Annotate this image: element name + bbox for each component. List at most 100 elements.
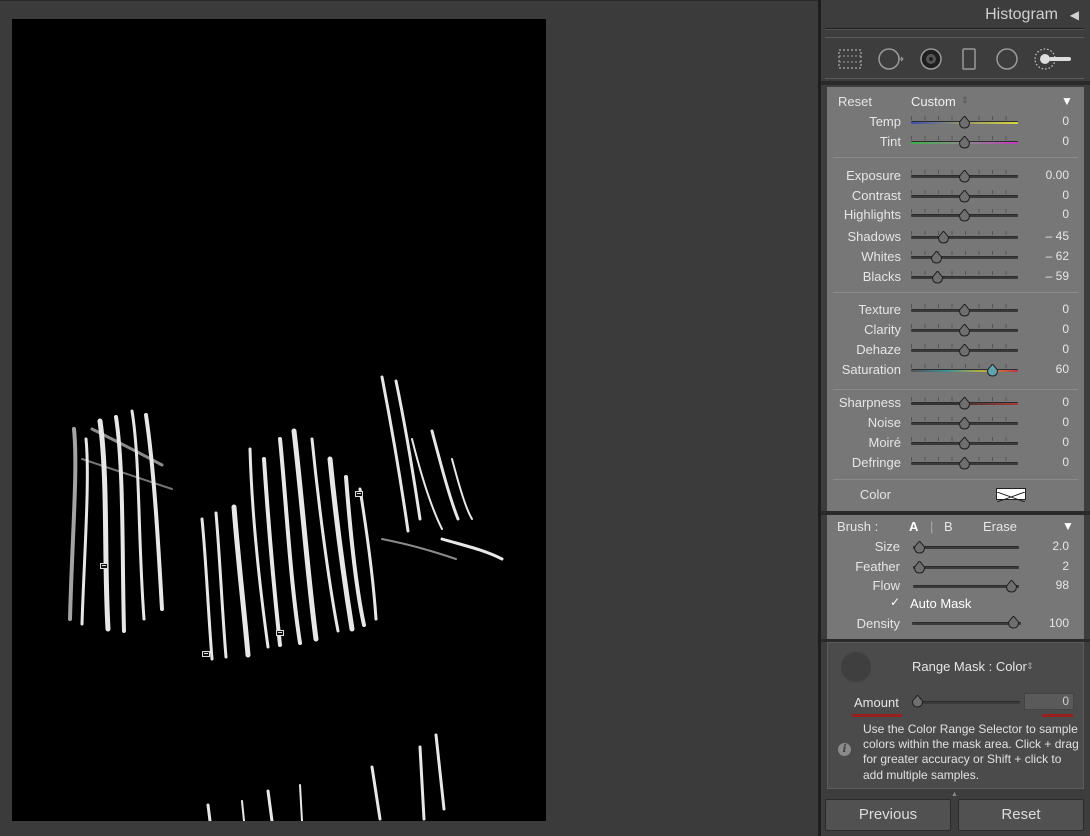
slider-thumb[interactable] [931,271,943,284]
image-workarea[interactable] [0,0,818,836]
brush-tab-erase[interactable]: Erase [983,519,1017,534]
slider-track[interactable] [911,276,1018,279]
slider-value[interactable]: 0 [1027,207,1069,221]
previous-button[interactable]: Previous [825,799,951,831]
density-slider-thumb[interactable] [1008,616,1020,629]
brush-slider-label: Feather [855,559,900,574]
color-swatch[interactable] [996,488,1026,503]
slider-value[interactable]: 0 [1027,455,1069,469]
slider-value[interactable]: 0 [1027,188,1069,202]
slider-track[interactable] [911,236,1018,239]
brush-tab-b[interactable]: B [944,519,953,534]
range-mask-dropdown[interactable]: Range Mask : Color [912,659,1027,674]
slider-label: Texture [858,302,901,317]
slider-track[interactable] [911,256,1018,259]
brush-slider-track[interactable] [913,566,1019,569]
slider-value[interactable]: 0 [1027,114,1069,128]
collapse-triangle-icon[interactable]: ▼ [1061,94,1073,108]
slider-track[interactable] [911,369,1018,372]
range-mask-sample-pin[interactable] [353,489,365,499]
color-range-selector-icon[interactable] [840,651,872,683]
slider-thumb[interactable] [959,170,970,183]
brush-tab-a[interactable]: A [909,519,918,534]
slider-thumb[interactable] [959,136,970,149]
range-mask-sample-pin[interactable] [274,628,286,638]
brush-slider-thumb[interactable] [913,541,925,554]
amount-slider-thumb[interactable] [912,695,923,708]
collapse-triangle-icon[interactable]: ◀ [1070,8,1079,22]
slider-value[interactable]: 60 [1027,362,1069,376]
slider-thumb[interactable] [959,324,970,337]
amount-slider-track[interactable] [914,701,1020,704]
brush-slider-value[interactable]: 2 [1033,559,1069,573]
auto-mask-checkbox[interactable]: ✓ [890,596,901,608]
adjustment-brush-icon[interactable] [1033,47,1073,71]
brush-slider-thumb[interactable] [913,561,925,574]
brush-slider-thumb[interactable] [1006,580,1018,593]
slider-thumb[interactable] [959,344,970,357]
range-mask-panel: Range Mask : Color ⇕ Amount 0 i Use the … [827,642,1084,789]
crop-icon[interactable] [956,47,982,71]
reset-button[interactable]: Reset [958,799,1084,831]
slider-value[interactable]: 0.00 [1027,168,1069,182]
histogram-collapsed-bar [825,28,1084,30]
brush-slider-value[interactable]: 98 [1033,578,1069,592]
slider-value[interactable]: 0 [1027,134,1069,148]
slider-thumb[interactable] [959,417,970,430]
slider-thumb[interactable] [959,209,970,222]
graduated-filter-icon[interactable] [837,47,863,71]
slider-thumb[interactable] [959,304,970,317]
tab-separator: | [930,519,934,534]
brush-slider-track[interactable] [913,585,1019,588]
tool-strip [825,37,1084,79]
slider-thumb[interactable] [959,397,970,410]
collapse-triangle-icon[interactable]: ▼ [1062,519,1074,533]
red-eye-icon[interactable] [918,47,944,71]
brush-panel: Brush : A | B Erase ▼ Size 2.0 Feather 2 Flo… [827,515,1084,639]
panel-expand-chevron-icon[interactable]: ▲ [951,791,958,798]
slider-thumb[interactable] [959,457,970,470]
slider-label: Tint [879,134,901,149]
group-divider [833,479,1078,480]
density-slider-track[interactable] [912,622,1021,625]
slider-value[interactable]: 0 [1027,302,1069,316]
slider-value[interactable]: 0 [1027,415,1069,429]
brush-slider-track[interactable] [913,546,1019,549]
slider-thumb[interactable] [959,116,970,129]
range-mask-sample-pin[interactable] [98,561,110,571]
slider-thumb[interactable] [959,190,970,203]
adjustment-panel: Reset Custom ⇕ ▼ Temp 0 Tint 0 Exposure 0.00 C… [827,87,1084,511]
auto-mask-label: Auto Mask [910,596,972,611]
radial-filter-icon[interactable] [994,47,1020,71]
spot-removal-icon[interactable] [878,47,904,71]
slider-value[interactable]: 0 [1027,342,1069,356]
brush-slider-label: Flow [872,578,900,593]
masked-shirt-image [68,375,504,821]
slider-value[interactable]: 0 [1027,395,1069,409]
slider-label: Temp [869,114,901,129]
slider-thumb[interactable] [986,364,998,377]
info-icon: i [838,743,851,756]
slider-value[interactable]: 0 [1027,322,1069,336]
amount-value-field[interactable]: 0 [1024,693,1074,710]
slider-value[interactable]: 0 [1027,435,1069,449]
photo-preview[interactable] [12,19,546,821]
slider-ticks [911,271,1018,275]
slider-value[interactable]: – 59 [1027,269,1069,283]
range-mask-arrows-icon[interactable]: ⇕ [1026,661,1034,672]
preset-dropdown[interactable]: Custom [911,94,956,109]
slider-label: Whites [861,249,901,264]
density-value[interactable]: 100 [1033,616,1069,630]
brush-slider-value[interactable]: 2.0 [1033,539,1069,553]
reset-link[interactable]: Reset [838,94,872,109]
color-label: Color [859,487,891,502]
slider-value[interactable]: – 62 [1027,249,1069,263]
slider-thumb[interactable] [930,251,942,264]
range-mask-sample-pin[interactable] [200,649,212,659]
slider-value[interactable]: – 45 [1027,229,1069,243]
histogram-header[interactable]: Histogram ◀ [821,0,1090,30]
slider-thumb[interactable] [959,437,970,450]
develop-right-panel: Histogram ◀ Reset Custom ⇕ ▼ Temp 0 Tint… [821,0,1090,836]
preset-arrows-icon[interactable]: ⇕ [961,95,969,106]
slider-thumb[interactable] [938,231,950,244]
